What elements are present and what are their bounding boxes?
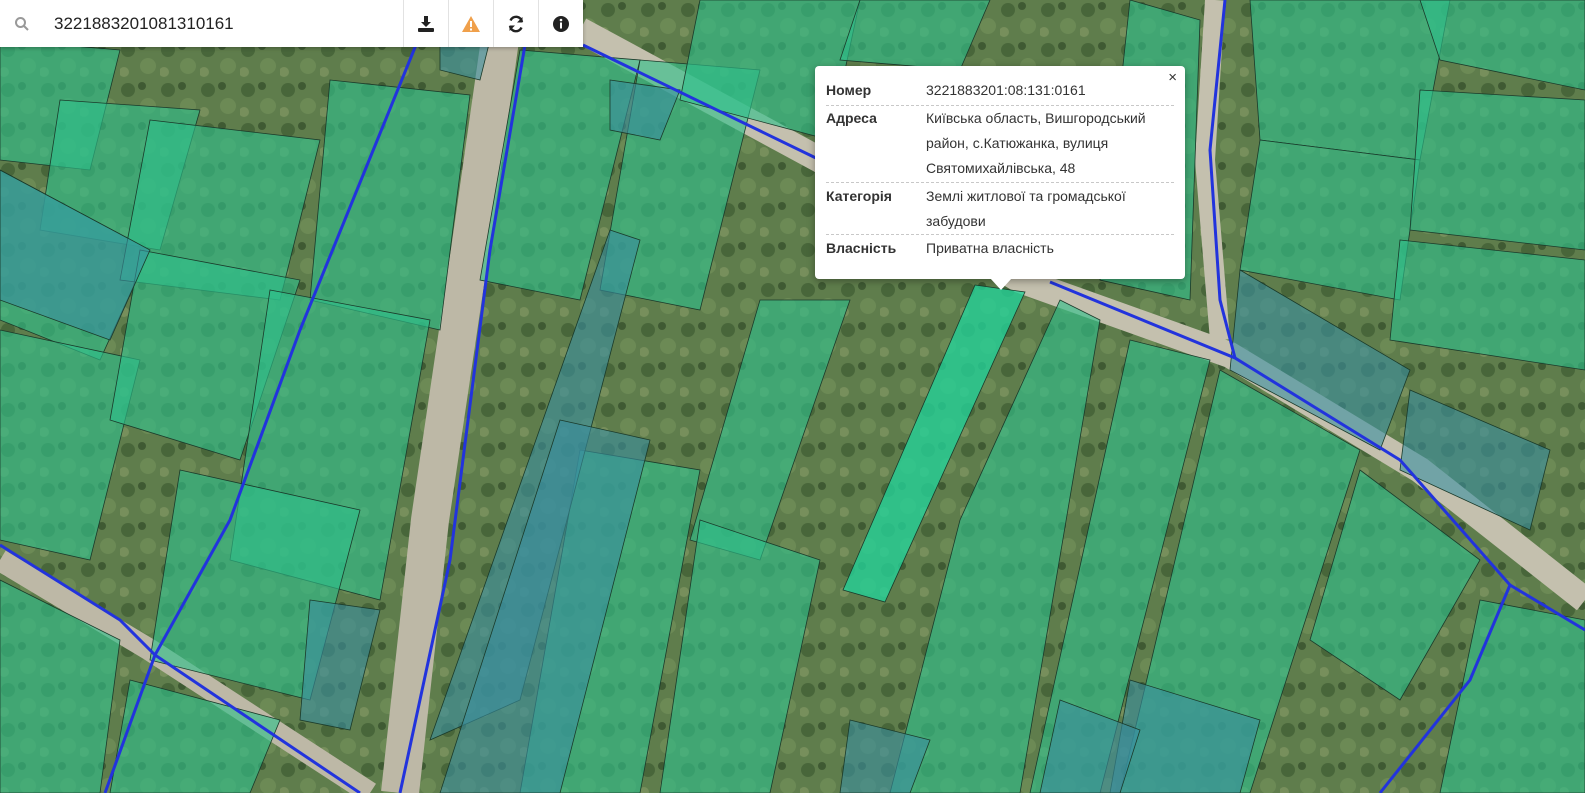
parcel-info-popup: × Номер 3221883201:08:131:0161 Адреса Ки… xyxy=(815,66,1185,290)
address-line: Київська область, Вишгородський xyxy=(926,110,1146,126)
search-input[interactable] xyxy=(44,3,394,44)
popup-label: Власність xyxy=(826,240,897,256)
address-line: Святомихайлівська, 48 xyxy=(926,160,1076,176)
parcel[interactable] xyxy=(1409,89,1585,251)
popup-value: Київська область, Вишгородський район, с… xyxy=(926,106,1174,181)
divider xyxy=(826,182,1174,183)
search-icon xyxy=(0,0,44,47)
popup-label: Адреса xyxy=(826,110,877,126)
refresh-icon[interactable] xyxy=(493,0,538,47)
info-icon[interactable] xyxy=(538,0,583,47)
warning-icon[interactable] xyxy=(448,0,493,47)
address-line: район, с.Катюжанка, вулиця xyxy=(926,135,1109,151)
divider xyxy=(826,234,1174,235)
cadastral-map[interactable] xyxy=(0,0,1585,793)
popup-label: Категорія xyxy=(826,188,892,204)
category-line: забудови xyxy=(926,213,986,229)
toolbar xyxy=(403,0,583,47)
download-icon[interactable] xyxy=(403,0,448,47)
category-line: Землі житлової та громадської xyxy=(926,188,1126,204)
search-bar xyxy=(0,0,583,47)
popup-value: Приватна власність xyxy=(926,240,1054,256)
popup-value: Землі житлової та громадської забудови xyxy=(926,184,1174,234)
popup-value: 3221883201:08:131:0161 xyxy=(926,82,1086,98)
popup-pointer xyxy=(990,278,1012,290)
popup-label: Номер xyxy=(826,82,872,98)
